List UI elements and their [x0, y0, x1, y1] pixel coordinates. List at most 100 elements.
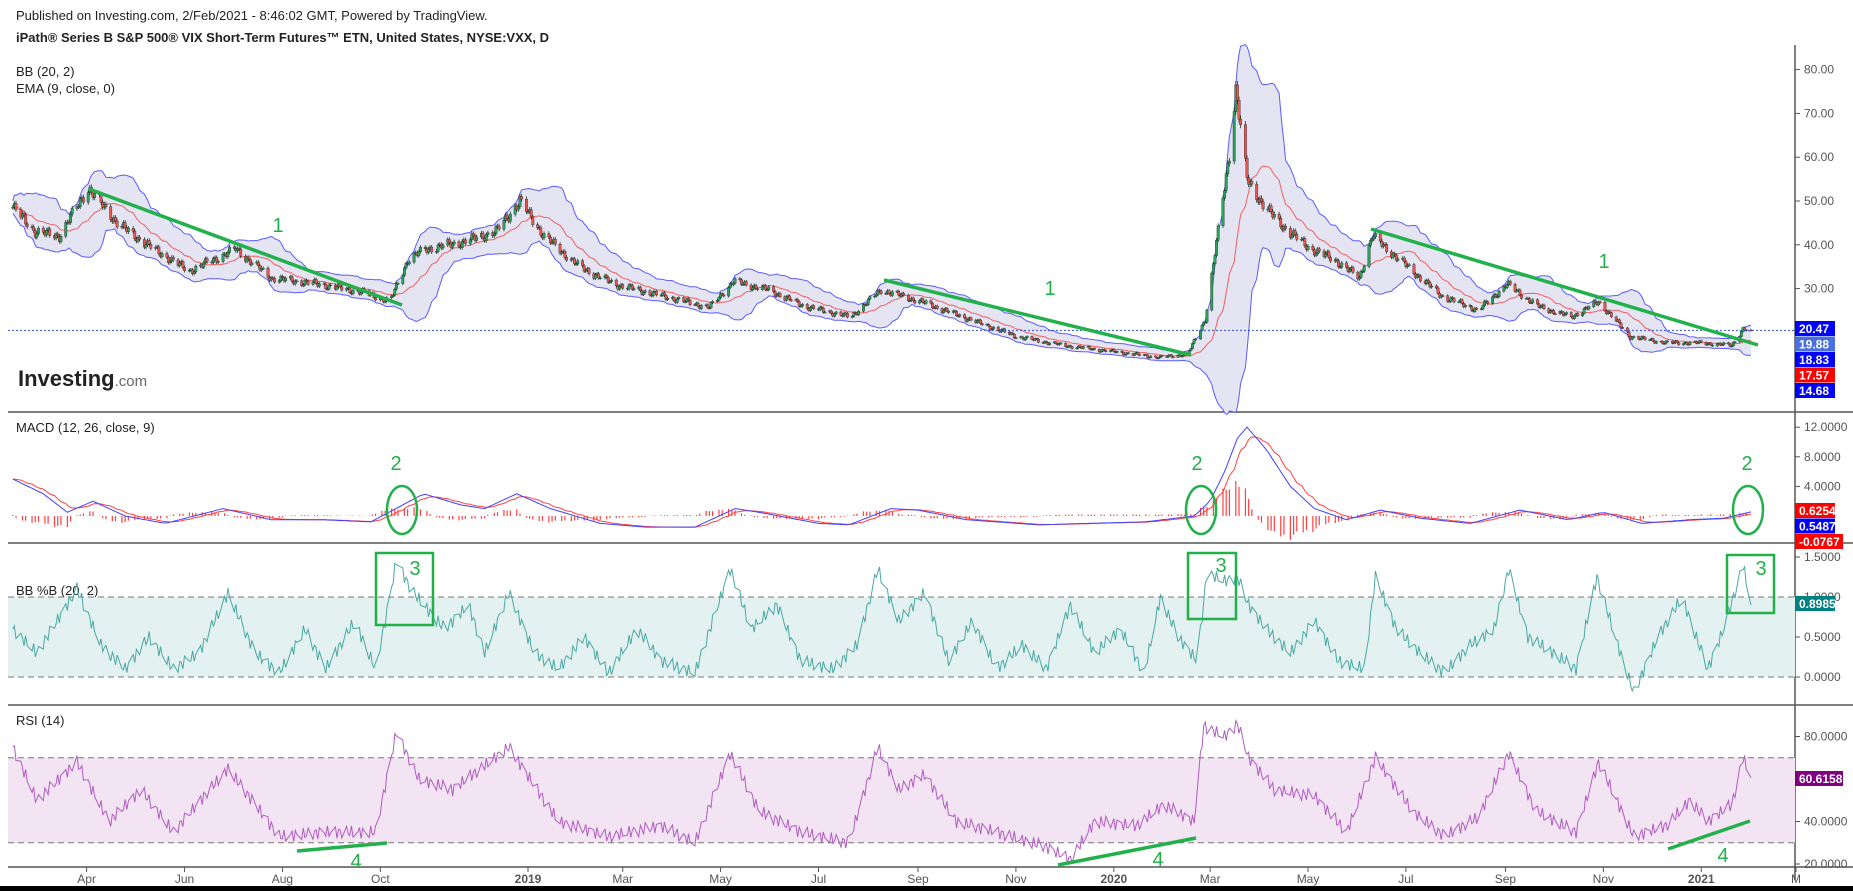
candle-body — [147, 240, 151, 245]
candle-body — [833, 313, 836, 317]
candle-body — [785, 296, 788, 301]
annotation-label-3: 3 — [409, 558, 420, 580]
candle-body — [133, 230, 137, 240]
chart-page: Published on Investing.com, 2/Feb/2021 -… — [0, 0, 1853, 891]
candle-body — [160, 253, 164, 257]
candle-body — [314, 279, 318, 284]
candle-body — [192, 271, 196, 274]
candle-body — [947, 310, 950, 313]
candle-body — [921, 298, 925, 303]
candle-body — [460, 241, 464, 248]
candle-body — [1337, 260, 1340, 267]
macd-value-label: -0.0767 — [1799, 535, 1840, 549]
candle-body — [492, 233, 496, 237]
candle-body — [273, 277, 276, 283]
macd-line — [12, 426, 1752, 528]
x-tick-label: May — [709, 872, 732, 886]
candle-body — [801, 304, 804, 307]
candle-body — [1221, 197, 1225, 226]
x-tick-label: Nov — [1593, 872, 1614, 886]
candle-body — [1518, 289, 1522, 296]
candle-body — [1739, 331, 1743, 337]
candle-body — [144, 244, 148, 248]
candle-body — [1210, 272, 1214, 311]
x-tick-label: May — [1297, 872, 1320, 886]
annotation-label-2: 2 — [1741, 453, 1752, 475]
bottom-bar — [0, 886, 1853, 891]
pctb-value-label: 0.8985 — [1799, 597, 1836, 611]
x-tick-label: M — [1791, 872, 1801, 886]
candle-body — [436, 244, 440, 252]
candle-body — [37, 228, 40, 234]
candle-body — [857, 310, 861, 315]
y-tick-label: 4.0000 — [1804, 479, 1841, 493]
candle-body — [1505, 284, 1509, 288]
candle-body — [1136, 352, 1140, 355]
annotation-label-4: 4 — [350, 851, 361, 873]
rsi-value-label: 60.6158 — [1799, 772, 1843, 786]
candle-body — [1279, 217, 1283, 228]
candle-body — [484, 234, 488, 241]
price-value-label: 19.88 — [1799, 338, 1829, 352]
candle-body — [317, 283, 321, 287]
candle-body — [441, 244, 445, 249]
candle-body — [1709, 342, 1713, 346]
candle-body — [722, 294, 726, 297]
candle-body — [22, 213, 26, 216]
candle-body — [1311, 246, 1315, 250]
candle-body — [809, 307, 812, 311]
candle-body — [1160, 355, 1164, 357]
candle-body — [1250, 181, 1254, 185]
candle-body — [1682, 343, 1686, 346]
y-tick-label: 80.00 — [1804, 63, 1834, 77]
candle-body — [1573, 315, 1576, 319]
candle-body — [1402, 257, 1406, 262]
candle-body — [1621, 327, 1625, 329]
candle-body — [1654, 341, 1658, 344]
candle-body — [1430, 285, 1434, 288]
candle-body — [1245, 157, 1249, 178]
candle-body — [740, 279, 743, 285]
x-tick-label: Sep — [1495, 872, 1517, 886]
candle-body — [1030, 336, 1034, 340]
candle-body — [709, 302, 713, 309]
candle-body — [502, 220, 506, 230]
candle-body — [183, 267, 186, 271]
candle-body — [996, 326, 1000, 331]
candle-body — [14, 203, 18, 210]
candle-body — [70, 208, 74, 215]
candle-body — [598, 277, 602, 280]
candle-body — [1441, 295, 1445, 297]
candle-body — [924, 300, 928, 304]
candle-body — [918, 300, 922, 304]
x-tick-label: Jun — [175, 872, 194, 886]
candle-body — [1020, 336, 1024, 339]
candle-body — [1582, 308, 1586, 314]
candle-body — [24, 214, 28, 225]
chart-svg[interactable]: 30.00 40.00 50.00 60.00 70.00 80.00 4.0000 8.00… — [0, 0, 1853, 891]
macd-circle-annotation — [1731, 484, 1765, 536]
x-tick-label: Sep — [907, 872, 929, 886]
candle-body — [1081, 346, 1085, 349]
candle-body — [632, 288, 636, 290]
candle-body — [549, 236, 552, 244]
candle-body — [205, 258, 209, 263]
candle-body — [594, 274, 597, 279]
candle-body — [935, 305, 939, 309]
candle-body — [306, 280, 310, 285]
x-tick-label: Oct — [371, 872, 390, 886]
candle-body — [618, 285, 621, 290]
candle-body — [1446, 295, 1450, 302]
candle-body — [41, 228, 45, 233]
candle-body — [1369, 240, 1373, 246]
candle-body — [1627, 331, 1631, 337]
candle-body — [69, 213, 72, 223]
candle-body — [913, 300, 917, 304]
candle-body — [866, 298, 870, 305]
candle-body — [756, 288, 759, 290]
candle-body — [1024, 337, 1027, 341]
candle-body — [1146, 354, 1149, 358]
candle-body — [32, 226, 36, 231]
candle-body — [688, 300, 692, 305]
candle-body — [553, 238, 557, 245]
